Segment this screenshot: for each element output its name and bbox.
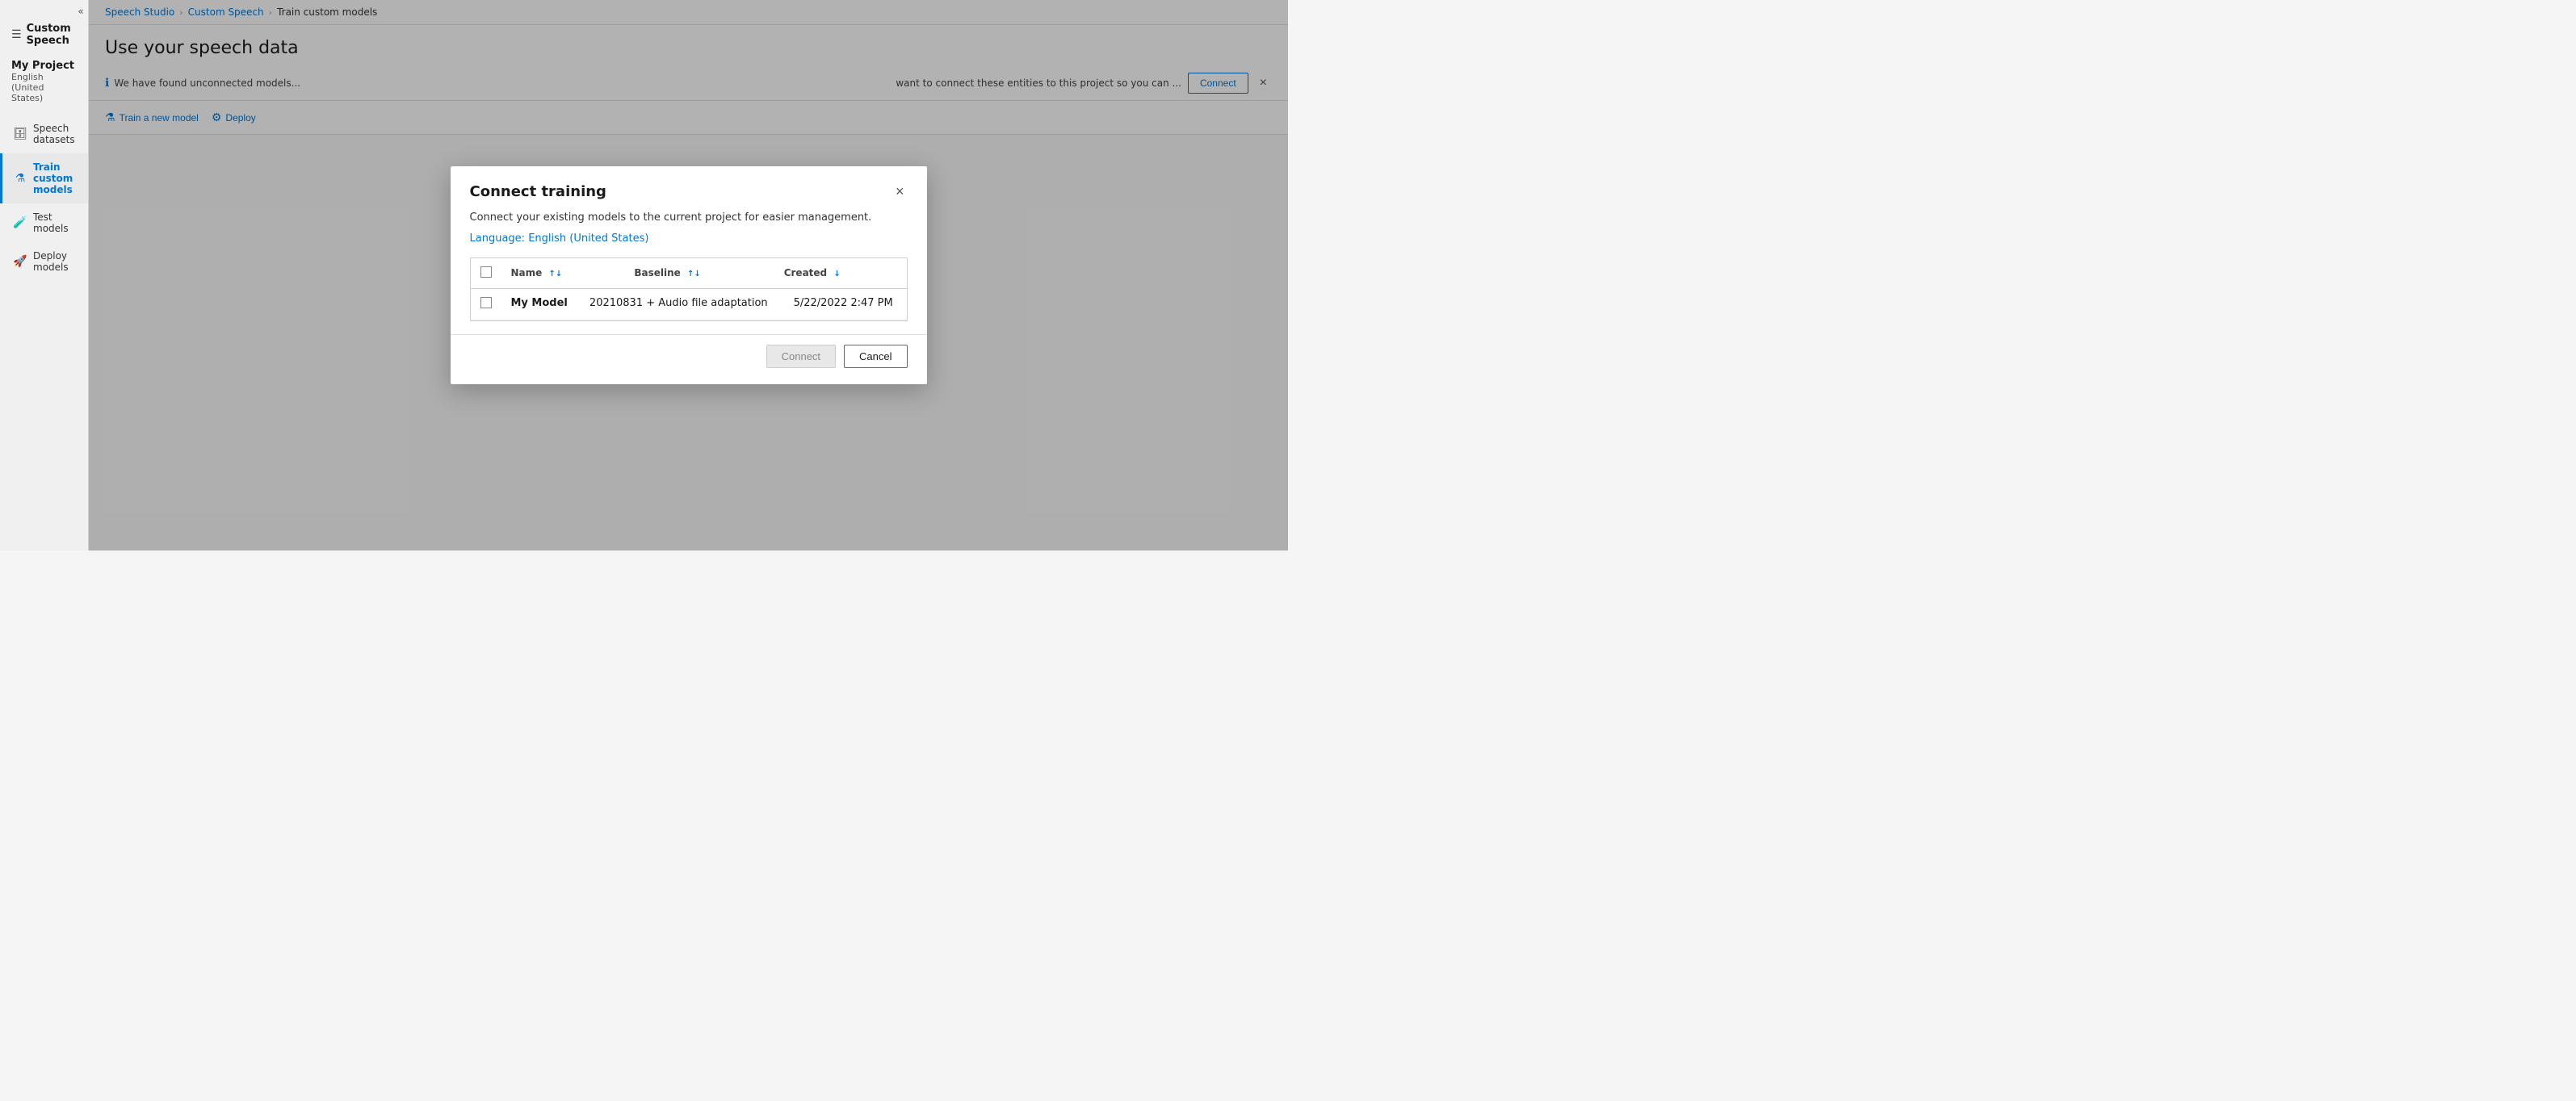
select-all-checkbox[interactable] bbox=[480, 266, 492, 278]
sidebar-item-train-custom-models[interactable]: ⚗ Train custom models bbox=[0, 153, 88, 203]
sidebar-item-label-test-models: Test models bbox=[33, 211, 77, 234]
row-created-cell: 5/22/2022 2:47 PM bbox=[784, 289, 907, 320]
modal-description: Connect your existing models to the curr… bbox=[470, 210, 908, 226]
chevron-left-icon: « bbox=[78, 6, 83, 17]
sidebar-item-label-train-custom-models: Train custom models bbox=[33, 161, 77, 195]
sidebar-collapse-button[interactable]: « bbox=[73, 3, 89, 19]
connect-training-modal: Connect training × Connect your existing… bbox=[451, 166, 927, 384]
header-name-label: Name bbox=[511, 267, 543, 278]
sidebar: « ☰ Custom Speech My Project English (Un… bbox=[0, 0, 89, 550]
sidebar-project-language: English (United States) bbox=[11, 72, 77, 103]
modal-body: Connect your existing models to the curr… bbox=[451, 210, 927, 334]
sidebar-item-deploy-models[interactable]: 🚀 Deploy models bbox=[0, 242, 88, 281]
sidebar-item-label-speech-datasets: Speech datasets bbox=[33, 123, 77, 145]
modal-header: Connect training × bbox=[451, 166, 927, 210]
header-name[interactable]: Name ↑↓ bbox=[501, 258, 625, 289]
train-custom-models-icon: ⚗ bbox=[14, 172, 27, 185]
header-created[interactable]: Created ↓ bbox=[774, 258, 907, 289]
table-scroll-body: My Model 20210831 + Audio file adaptatio… bbox=[471, 289, 907, 320]
modal-table-body-table: My Model 20210831 + Audio file adaptatio… bbox=[471, 289, 907, 320]
sidebar-item-speech-datasets[interactable]: 🗄 Speech datasets bbox=[0, 115, 88, 153]
row-checkbox[interactable] bbox=[480, 297, 492, 308]
sidebar-project: My Project English (United States) bbox=[0, 53, 88, 107]
header-created-label: Created bbox=[784, 267, 827, 278]
modal-table-container: Name ↑↓ Baseline ↑↓ Created ↓ bbox=[470, 257, 908, 321]
modal-connect-button[interactable]: Connect bbox=[766, 345, 836, 368]
modal-title: Connect training bbox=[470, 183, 606, 200]
sidebar-nav: 🗄 Speech datasets ⚗ Train custom models … bbox=[0, 115, 88, 281]
hamburger-icon: ☰ bbox=[11, 28, 22, 41]
modal-table: Name ↑↓ Baseline ↑↓ Created ↓ bbox=[471, 258, 907, 289]
deploy-models-icon: 🚀 bbox=[14, 255, 27, 268]
table-row: My Model 20210831 + Audio file adaptatio… bbox=[471, 289, 907, 320]
modal-table-header: Name ↑↓ Baseline ↑↓ Created ↓ bbox=[471, 258, 907, 289]
speech-datasets-icon: 🗄 bbox=[14, 128, 27, 140]
modal-close-button[interactable]: × bbox=[892, 182, 908, 200]
modal-footer: Connect Cancel bbox=[451, 334, 927, 384]
test-models-icon: 🧪 bbox=[14, 216, 27, 229]
baseline-sort-icon: ↑↓ bbox=[687, 270, 701, 278]
header-baseline-label: Baseline bbox=[634, 267, 680, 278]
modal-cancel-button[interactable]: Cancel bbox=[844, 345, 907, 368]
header-checkbox-col[interactable] bbox=[471, 258, 501, 289]
row-created-value: 5/22/2022 2:47 PM bbox=[794, 297, 893, 309]
row-baseline-value: 20210831 + Audio file adaptation bbox=[589, 297, 768, 309]
sidebar-project-name: My Project bbox=[11, 60, 77, 72]
sidebar-item-label-deploy-models: Deploy models bbox=[33, 250, 77, 273]
modal-language: Language: English (United States) bbox=[470, 232, 908, 245]
name-sort-icon: ↑↓ bbox=[548, 270, 562, 278]
modal-backdrop: Connect training × Connect your existing… bbox=[89, 0, 1288, 550]
header-baseline[interactable]: Baseline ↑↓ bbox=[624, 258, 774, 289]
row-model-name: My Model bbox=[511, 297, 568, 309]
sidebar-item-test-models[interactable]: 🧪 Test models bbox=[0, 203, 88, 242]
row-name-cell: My Model bbox=[501, 289, 580, 320]
main-content: Speech Studio › Custom Speech › Train cu… bbox=[89, 0, 1288, 550]
row-baseline-cell: 20210831 + Audio file adaptation bbox=[580, 289, 784, 320]
modal-table-body: My Model 20210831 + Audio file adaptatio… bbox=[471, 289, 907, 320]
created-sort-icon: ↓ bbox=[833, 270, 840, 278]
modal-language-value: English (United States) bbox=[528, 232, 648, 245]
row-checkbox-cell bbox=[471, 289, 501, 320]
